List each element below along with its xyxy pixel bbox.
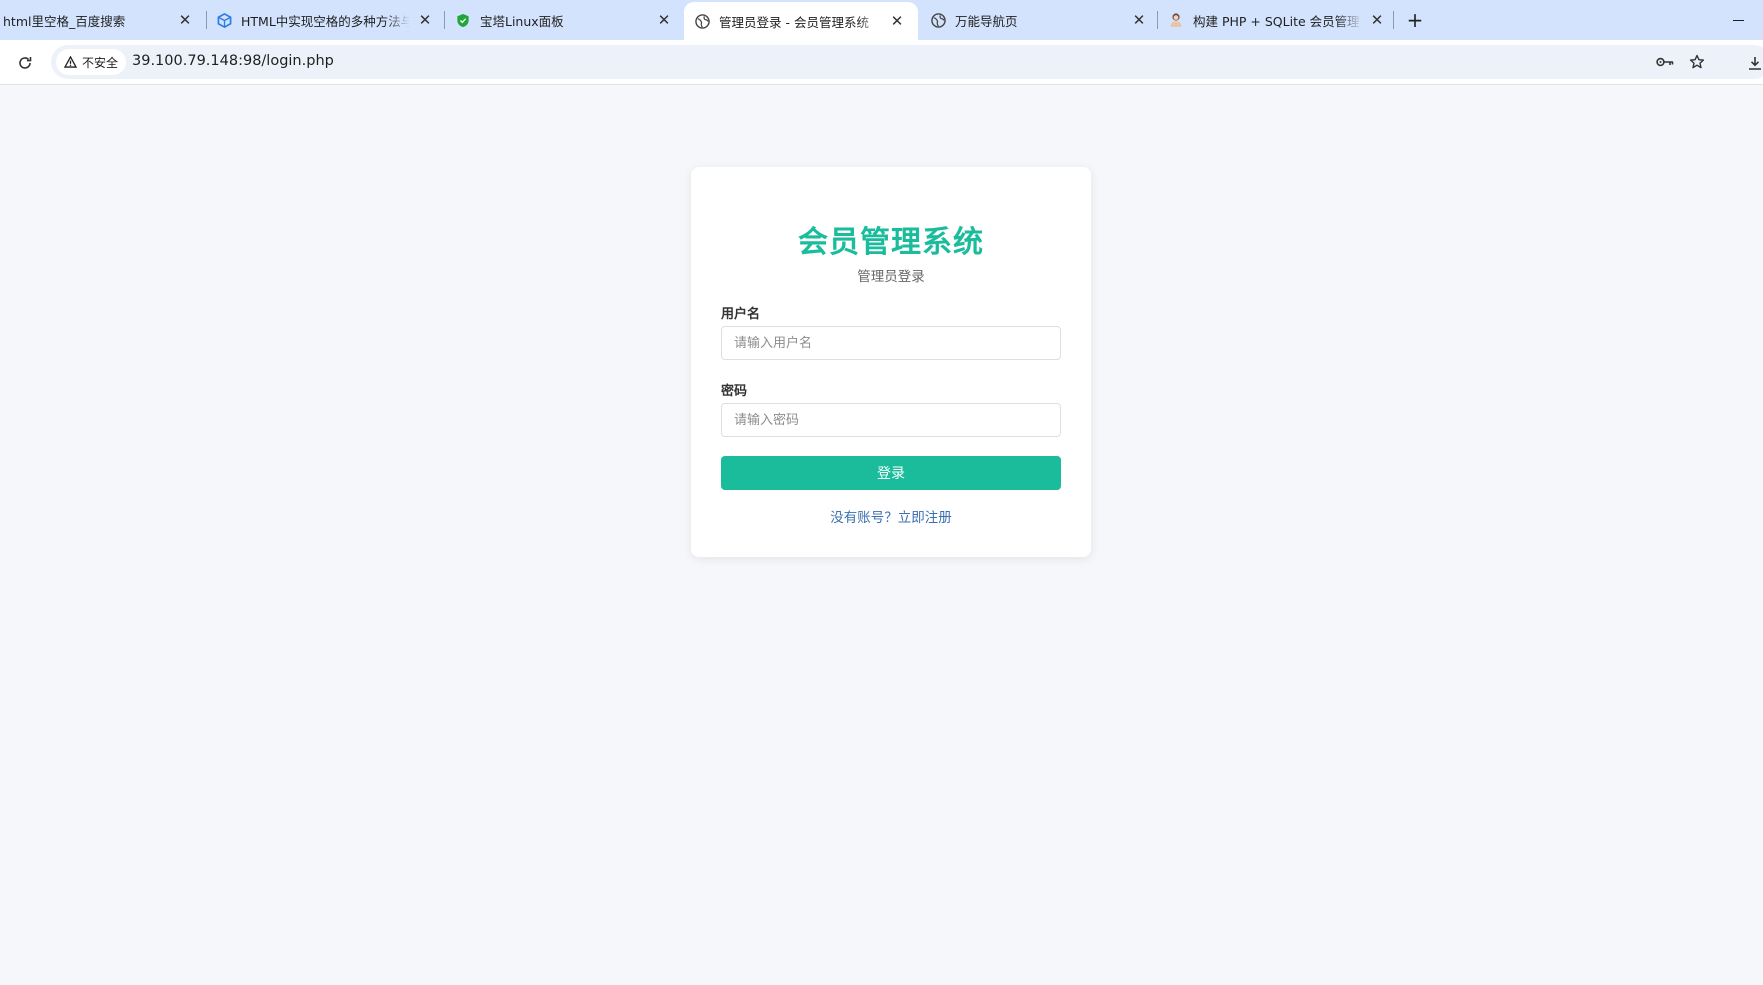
username-label: 用户名 (721, 307, 761, 322)
password-key-icon[interactable] (1655, 52, 1675, 72)
tab-strip: html里空格_百度搜索 ✕ HTML中实现空格的多种方法与 ✕ 宝塔Linux… (0, 0, 1763, 40)
url-text[interactable]: 39.100.79.148:98/login.php (132, 53, 334, 69)
tab-title: 宝塔Linux面板 (480, 13, 564, 29)
tab-divider (206, 11, 207, 29)
register-link[interactable]: 没有账号？立即注册 (691, 506, 1091, 526)
tab-divider (444, 11, 445, 29)
tab-baidu-search[interactable]: html里空格_百度搜索 ✕ (0, 0, 200, 40)
browser-toolbar: 不安全 39.100.79.148:98/login.php (0, 40, 1763, 85)
tab-baota-panel[interactable]: 宝塔Linux面板 ✕ (455, 0, 673, 40)
close-icon[interactable]: ✕ (416, 11, 434, 29)
tab-title: 构建 PHP + SQLite 会员管理系 (1193, 13, 1362, 29)
shield-icon (455, 12, 471, 28)
bookmark-star-icon[interactable] (1687, 52, 1707, 72)
close-icon[interactable]: ✕ (655, 11, 673, 29)
login-card: 会员管理系统 管理员登录 用户名 密码 登录 没有账号？立即注册 (691, 167, 1091, 557)
tab-divider (1157, 11, 1158, 29)
close-icon[interactable]: ✕ (1368, 11, 1386, 29)
tab-nav-page[interactable]: 万能导航页 ✕ (930, 0, 1148, 40)
tab-html-space-article[interactable]: HTML中实现空格的多种方法与 ✕ (216, 0, 434, 40)
reload-button[interactable] (14, 52, 36, 74)
minimize-icon (1732, 19, 1744, 21)
security-indicator[interactable]: 不安全 (56, 49, 127, 75)
tab-title: html里空格_百度搜索 (3, 13, 126, 29)
download-icon (1749, 57, 1761, 70)
cube-icon (216, 12, 232, 28)
username-input[interactable] (721, 326, 1061, 360)
tab-divider (1393, 11, 1394, 29)
tab-title: 万能导航页 (955, 13, 1018, 29)
password-input[interactable] (721, 403, 1061, 437)
app-title: 会员管理系统 (798, 225, 984, 260)
new-tab-button[interactable]: + (1403, 8, 1427, 32)
tab-admin-login[interactable]: 管理员登录 - 会员管理系统 ✕ (684, 2, 918, 40)
download-button[interactable] (1745, 53, 1763, 73)
close-icon[interactable]: ✕ (888, 12, 906, 30)
reload-icon (19, 57, 32, 69)
tab-php-sqlite-article[interactable]: 构建 PHP + SQLite 会员管理系 ✕ (1168, 0, 1386, 40)
page-body: 会员管理系统 管理员登录 用户名 密码 登录 没有账号？立即注册 (0, 86, 1763, 985)
globe-icon (930, 12, 946, 28)
close-icon[interactable]: ✕ (1130, 11, 1148, 29)
login-subtitle: 管理员登录 (857, 269, 925, 285)
minimize-button[interactable] (1726, 8, 1750, 32)
close-icon[interactable]: ✕ (176, 11, 194, 29)
login-button[interactable]: 登录 (721, 456, 1061, 490)
security-label: 不安全 (82, 55, 119, 70)
password-label: 密码 (721, 384, 748, 399)
avatar-icon (1168, 12, 1184, 28)
globe-icon (694, 13, 710, 29)
tab-title: HTML中实现空格的多种方法与 (241, 13, 410, 29)
address-bar[interactable]: 不安全 39.100.79.148:98/login.php (51, 45, 1763, 79)
tab-title: 管理员登录 - 会员管理系统 (719, 14, 869, 30)
warning-icon (64, 56, 77, 68)
